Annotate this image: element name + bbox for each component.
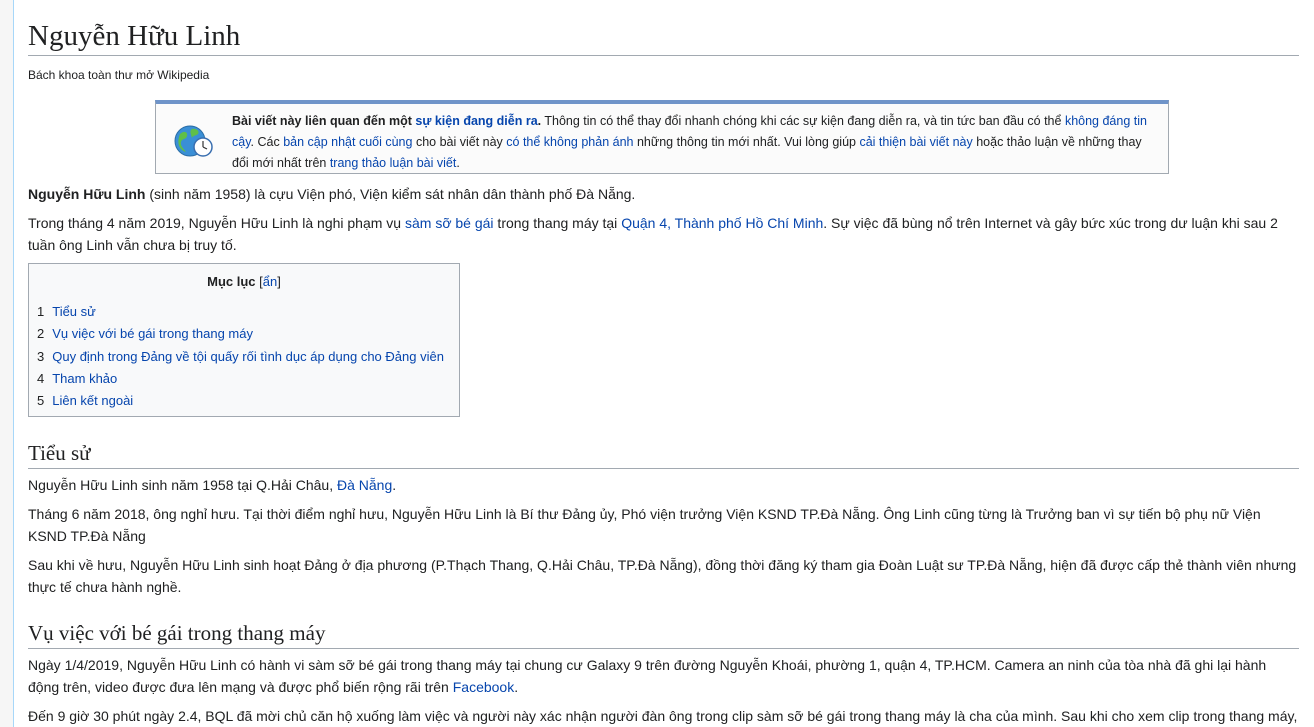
intro-paragraph-2: Trong tháng 4 năm 2019, Nguyễn Hữu Linh … (28, 212, 1299, 256)
intro-p2-text-b: trong thang máy tại (493, 215, 622, 231)
toc-item[interactable]: 1 Tiểu sử (37, 301, 459, 323)
da-nang-link[interactable]: Đà Nẵng (337, 477, 392, 493)
notice-text-3: cho bài viết này (412, 135, 507, 149)
left-sidebar-edge (0, 0, 14, 727)
incident-p1-end: . (514, 679, 519, 695)
notice-text-4: những thông tin mới nhất. Vui lòng giúp (633, 135, 860, 149)
improve-article-link[interactable]: cải thiện bài viết này (859, 135, 972, 149)
notice-text: Bài viết này liên quan đến một sự kiện đ… (232, 111, 1156, 174)
toc-title-label: Mục lục (207, 274, 256, 289)
notice-text-2: . Các (250, 135, 284, 149)
toc-item-number: 5 (37, 393, 45, 409)
globe-clock-icon (174, 125, 213, 157)
notice-text-1: Thông tin có thể thay đổi nhanh chóng kh… (541, 114, 1065, 128)
intro-paragraph-1: Nguyễn Hữu Linh (sinh năm 1958) là cựu V… (28, 183, 635, 205)
incident-p1-text: Ngày 1/4/2019, Nguyễn Hữu Linh có hành v… (28, 657, 1267, 695)
toc-item-number: 3 (37, 348, 45, 364)
toc-toggle: [ẩn] (259, 274, 281, 289)
biography-paragraph-2: Tháng 6 năm 2018, ông nghỉ hưu. Tại thời… (28, 506, 1261, 544)
biography-paragraph-1: Nguyễn Hữu Linh sinh năm 1958 tại Q.Hải … (28, 474, 1299, 496)
toc-item-link[interactable]: Tiểu sử (52, 304, 96, 319)
toc-item[interactable]: 2 Vụ việc với bé gái trong thang máy (37, 323, 459, 345)
incident-paragraph-1: Ngày 1/4/2019, Nguyễn Hữu Linh có hành v… (28, 654, 1299, 698)
talk-page-link[interactable]: trang thảo luận bài viết (330, 156, 456, 170)
may-not-reflect-link[interactable]: có thể không phản ánh (506, 135, 633, 149)
biography-paragraph-3: Sau khi về hưu, Nguyễn Hữu Linh sinh hoạ… (28, 557, 1297, 595)
toc-item[interactable]: 4 Tham khảo (37, 368, 459, 390)
toc-item-link[interactable]: Liên kết ngoài (52, 393, 133, 408)
district4-link[interactable]: Quận 4, Thành phố Hồ Chí Minh (621, 215, 823, 231)
last-updates-link[interactable]: bản cập nhật cuối cùng (283, 135, 412, 149)
incident-paragraph-2: Đến 9 giờ 30 phút ngày 2.4, BQL đã mời c… (28, 708, 1298, 724)
notice-text-6: . (456, 156, 460, 170)
bio-p1-text: Nguyễn Hữu Linh sinh năm 1958 tại Q.Hải … (28, 477, 337, 493)
toc-item-link[interactable]: Quy định trong Đảng về tội quấy rối tình… (52, 349, 444, 364)
toc-item-link[interactable]: Tham khảo (52, 371, 117, 386)
facebook-link[interactable]: Facebook (453, 679, 514, 695)
toc-item-link[interactable]: Vụ việc với bé gái trong thang máy (52, 326, 253, 341)
page-title: Nguyễn Hữu Linh (28, 0, 1299, 56)
site-tagline: Bách khoa toàn thư mở Wikipedia (28, 68, 210, 82)
notice-bold-prefix: Bài viết này liên quan đến một (232, 114, 416, 128)
section-heading-biography: Tiểu sử (28, 440, 1299, 469)
toc-toggle-close-bracket: ] (277, 274, 281, 289)
ongoing-event-link[interactable]: sự kiện đang diễn ra (415, 114, 537, 128)
bio-p1-end: . (392, 477, 397, 493)
toc-item[interactable]: 3 Quy định trong Đảng về tội quấy rối tìn… (37, 346, 459, 368)
section-heading-incident: Vụ việc với bé gái trong thang máy (28, 620, 1299, 649)
current-event-notice: Bài viết này liên quan đến một sự kiện đ… (155, 100, 1169, 174)
toc-title: Mục lục [ẩn] (29, 274, 459, 289)
toc-hide-link[interactable]: ẩn (263, 274, 277, 289)
toc-item-number: 2 (37, 326, 45, 342)
table-of-contents: Mục lục [ẩn] 1 Tiểu sử 2 Vụ việc với bé gá… (28, 263, 460, 417)
intro-p2-text-a: Trong tháng 4 năm 2019, Nguyễn Hữu Linh … (28, 215, 405, 231)
toc-item-number: 4 (37, 370, 45, 386)
article-content: Nguyễn Hữu Linh Bách khoa toàn thư mở Wi… (28, 0, 1299, 724)
harassment-link[interactable]: sàm sỡ bé gái (405, 215, 494, 231)
toc-item-number: 1 (37, 304, 45, 319)
toc-item[interactable]: 5 Liên kết ngoài (37, 390, 459, 412)
subject-name: Nguyễn Hữu Linh (28, 186, 146, 202)
toc-list: 1 Tiểu sử 2 Vụ việc với bé gái trong thang… (37, 301, 459, 412)
intro-p1-text: (sinh năm 1958) là cựu Viện phó, Viện ki… (145, 186, 636, 202)
